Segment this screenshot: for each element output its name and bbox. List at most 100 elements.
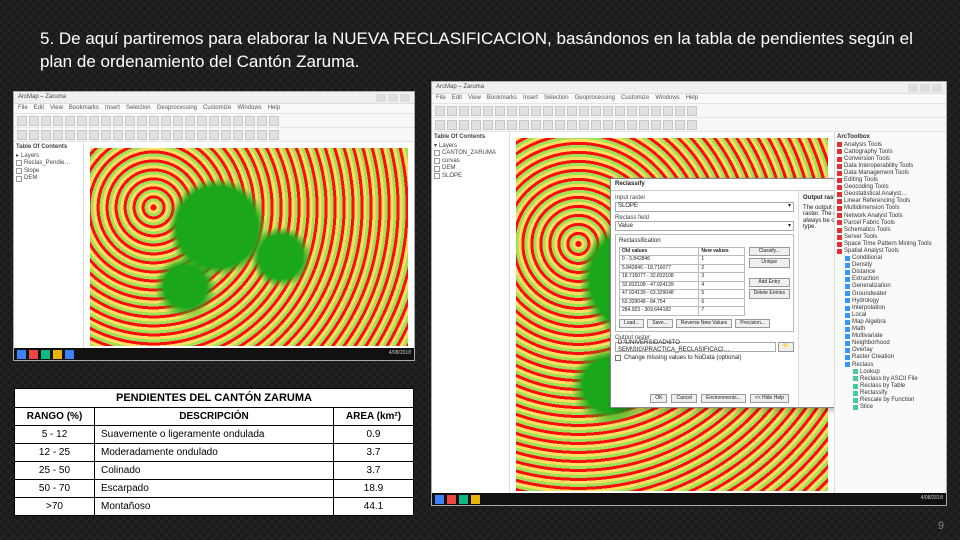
- toolbar-icon[interactable]: [495, 120, 505, 130]
- toolbar-icon[interactable]: [89, 130, 99, 140]
- toolbox-item[interactable]: Server Tools: [837, 234, 944, 241]
- toolbox-subitem[interactable]: Map Algebra: [837, 319, 944, 326]
- menu-item[interactable]: Edit: [452, 95, 462, 102]
- toolbar-icon[interactable]: [137, 130, 147, 140]
- toolbox-item[interactable]: Spatial Analyst Tools: [837, 248, 944, 255]
- menu-item[interactable]: Help: [686, 95, 698, 102]
- toolbar-icon[interactable]: [101, 116, 111, 126]
- toolbar-icon[interactable]: [89, 116, 99, 126]
- toolbar-icon[interactable]: [221, 116, 231, 126]
- toolbar-icon[interactable]: [161, 130, 171, 140]
- toolbox-subitem[interactable]: Groundwater: [837, 291, 944, 298]
- toolbar-icon[interactable]: [17, 130, 27, 140]
- toolbar-icon[interactable]: [149, 116, 159, 126]
- toolbar-icon[interactable]: [627, 106, 637, 116]
- toolbar-icon[interactable]: [53, 116, 63, 126]
- toolbar-icon[interactable]: [531, 120, 541, 130]
- toolbox-item[interactable]: Cartography Tools: [837, 149, 944, 156]
- toolbar-icon[interactable]: [17, 116, 27, 126]
- add-entry-button[interactable]: Add Entry: [749, 278, 790, 288]
- layer-item[interactable]: CANTON_ZARUMA: [434, 150, 507, 157]
- toolbar-icon[interactable]: [65, 116, 75, 126]
- reclass-row[interactable]: 0 - 5.8428461: [620, 256, 745, 265]
- toolbox-item[interactable]: Space Time Pattern Mining Tools: [837, 241, 944, 248]
- toolbar-icon[interactable]: [29, 116, 39, 126]
- toolbar-icon[interactable]: [579, 120, 589, 130]
- toolbar-icon[interactable]: [495, 106, 505, 116]
- toolbar-icon[interactable]: [125, 116, 135, 126]
- toolbox-subitem[interactable]: Overlay: [837, 347, 944, 354]
- toolbar-icon[interactable]: [579, 106, 589, 116]
- toolbar-icon[interactable]: [197, 116, 207, 126]
- toolbar-icon[interactable]: [615, 120, 625, 130]
- toolbox-tool[interactable]: Lookup: [837, 369, 944, 376]
- toolbar-icon[interactable]: [221, 130, 231, 140]
- toolbar-icon[interactable]: [209, 116, 219, 126]
- toolbar-icon[interactable]: [233, 130, 243, 140]
- toolbar-icon[interactable]: [101, 130, 111, 140]
- toolbar-icon[interactable]: [459, 106, 469, 116]
- toolbar-icon[interactable]: [447, 120, 457, 130]
- toolbox-subitem[interactable]: Local: [837, 312, 944, 319]
- menu-item[interactable]: Insert: [105, 105, 120, 112]
- menu-item[interactable]: Geoprocessing: [157, 105, 197, 112]
- reclass-table[interactable]: Old values New values 0 - 5.84284615.842…: [619, 247, 745, 316]
- toolbar-icon[interactable]: [687, 120, 697, 130]
- toolbar-icon[interactable]: [567, 120, 577, 130]
- toolbar-icon[interactable]: [615, 106, 625, 116]
- cancel-button[interactable]: Cancel: [671, 394, 697, 404]
- toolbar-icon[interactable]: [627, 120, 637, 130]
- toolbar-icon[interactable]: [77, 116, 87, 126]
- toolbar-icon[interactable]: [173, 130, 183, 140]
- delete-entries-button[interactable]: Delete Entries: [749, 289, 790, 299]
- toolbar-icon[interactable]: [197, 130, 207, 140]
- toolbox-item[interactable]: Geostatistical Analyst…: [837, 191, 944, 198]
- menu-item[interactable]: Bookmarks: [69, 105, 99, 112]
- environments-button[interactable]: Environments...: [701, 394, 746, 404]
- toolbar-icon[interactable]: [567, 106, 577, 116]
- toolbar-icon[interactable]: [245, 116, 255, 126]
- toolbox-item[interactable]: Conversion Tools: [837, 156, 944, 163]
- toolbox-item[interactable]: Multidimension Tools: [837, 205, 944, 212]
- layer-item[interactable]: curvas: [434, 158, 507, 165]
- reclass-row[interactable]: 63.329048 - 84.7546: [620, 298, 745, 307]
- hide-help-button[interactable]: << Hide Help: [750, 394, 789, 404]
- toolbox-subitem[interactable]: Hydrology: [837, 298, 944, 305]
- toolbar-icon[interactable]: [483, 106, 493, 116]
- layer-item[interactable]: DEM: [434, 165, 507, 172]
- menu-item[interactable]: View: [50, 105, 63, 112]
- toolbar-icon[interactable]: [507, 120, 517, 130]
- toolbar-icon[interactable]: [269, 130, 279, 140]
- toolbox-item[interactable]: Network Analyst Tools: [837, 213, 944, 220]
- menu-item[interactable]: Edit: [34, 105, 44, 112]
- toolbox-tool[interactable]: Reclass by Table: [837, 383, 944, 390]
- toolbar-icon[interactable]: [435, 106, 445, 116]
- toolbar-icon[interactable]: [185, 116, 195, 126]
- precision-button[interactable]: Precision...: [735, 319, 770, 329]
- menu-item[interactable]: Selection: [126, 105, 151, 112]
- toolbar-icon[interactable]: [603, 120, 613, 130]
- toolbox-item[interactable]: Data Management Tools: [837, 170, 944, 177]
- toolbar-icon[interactable]: [663, 120, 673, 130]
- toolbox-tool[interactable]: Slice: [837, 404, 944, 411]
- toolbar-icon[interactable]: [113, 130, 123, 140]
- toolbar-icon[interactable]: [233, 116, 243, 126]
- toolbar-icon[interactable]: [41, 116, 51, 126]
- menu-item[interactable]: View: [468, 95, 481, 102]
- toolbar-icon[interactable]: [161, 116, 171, 126]
- reclass-row[interactable]: 47.924139 - 63.3290485: [620, 290, 745, 299]
- reclass-row[interactable]: 18.716077 - 32.8321083: [620, 273, 745, 282]
- toolbar-icon[interactable]: [687, 106, 697, 116]
- toolbox-item[interactable]: Analysis Tools: [837, 142, 944, 149]
- toolbox-tool[interactable]: Reclassify: [837, 390, 944, 397]
- toolbar-icon[interactable]: [483, 120, 493, 130]
- toolbar-icon[interactable]: [519, 106, 529, 116]
- save-button[interactable]: Save...: [647, 319, 673, 329]
- toolbar-icon[interactable]: [65, 130, 75, 140]
- classify-button[interactable]: Classify...: [749, 247, 790, 257]
- layer-item[interactable]: Slope: [16, 168, 81, 175]
- toolbox-subitem[interactable]: Generalization: [837, 283, 944, 290]
- toolbar-icon[interactable]: [639, 120, 649, 130]
- toolbox-subitem[interactable]: Math: [837, 326, 944, 333]
- menu-item[interactable]: Selection: [544, 95, 569, 102]
